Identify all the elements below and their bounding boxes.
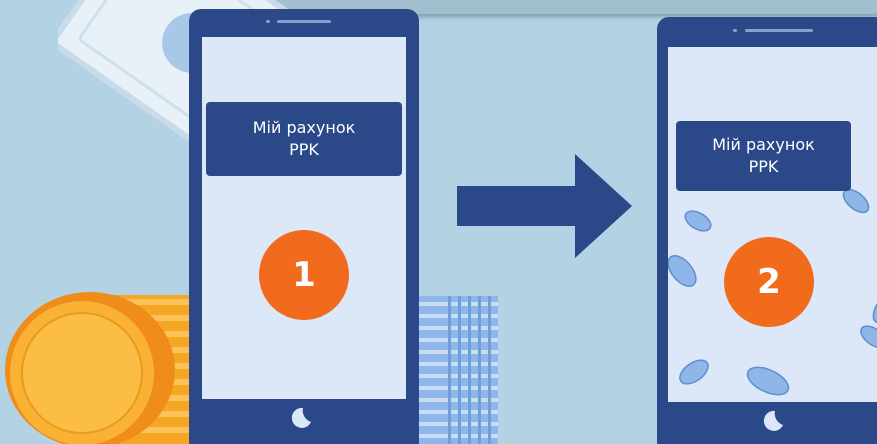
camera-dot [266,20,270,23]
gold-coin-stack-icon [5,292,200,444]
account-label-line2: PPK [748,157,779,176]
account-label-line1: Мій рахунок [712,135,815,154]
blue-coin-stack-icon [418,296,498,444]
phone-after: Мій рахунок PPK 2 [657,17,877,444]
step-badge: 2 [724,237,814,327]
account-label-line2: PPK [289,140,319,159]
step-badge: 1 [259,230,349,320]
account-label-box: Мій рахунок PPK [676,121,851,191]
speaker-slot [277,20,331,23]
illustration-scene: Мій рахунок PPK 1 Мій рахунок PPK 2 [0,0,877,444]
account-label-line1: Мій рахунок [252,118,356,137]
phone-before: Мій рахунок PPK 1 [189,9,419,444]
arrow-right-icon [457,154,632,258]
phone-screen: Мій рахунок PPK 1 [202,37,406,399]
camera-dot [733,29,737,32]
falling-coins-icon [668,188,877,396]
phone-screen: Мій рахунок PPK 2 [668,47,877,402]
home-button-icon [291,407,311,428]
speaker-slot [745,29,813,32]
home-button-icon [763,410,783,431]
account-label-box: Мій рахунок PPK [206,102,402,176]
